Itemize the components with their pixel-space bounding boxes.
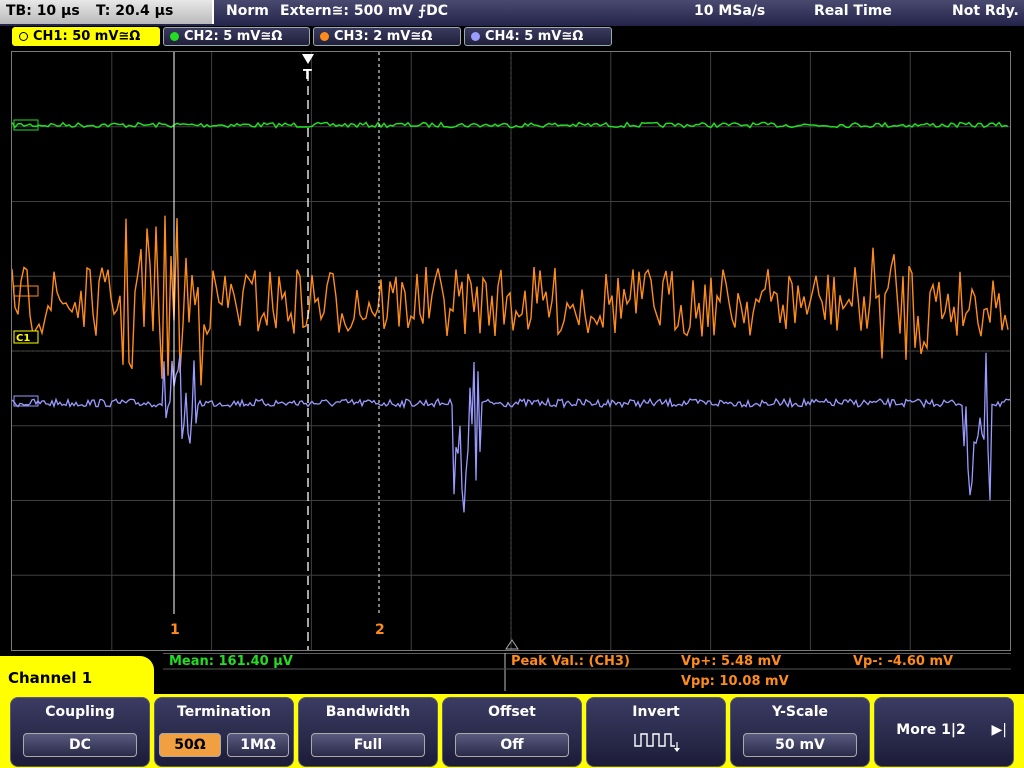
menu-title: Channel 1	[0, 656, 154, 696]
yscale-title: Y-Scale	[771, 704, 828, 720]
bandwidth-softkey[interactable]: Bandwidth Full	[298, 697, 438, 767]
more-softkey[interactable]: More 1|2 ▶|	[874, 697, 1014, 767]
vp-plus-value: Vp+: 5.48 mV	[681, 654, 782, 669]
coupling-softkey[interactable]: Coupling DC	[10, 697, 150, 767]
tab-ch3[interactable]: CH3: 2 mV≅Ω	[313, 27, 461, 46]
trigger-time-value: T: 20.4 µs	[96, 3, 174, 19]
graticule	[12, 52, 1010, 650]
tab-ch2[interactable]: CH2: 5 mV≅Ω	[163, 27, 310, 46]
yscale-value[interactable]: 50 mV	[743, 733, 857, 757]
tab-ch4-label: CH4: 5 mV≅Ω	[485, 29, 584, 44]
tab-ch2-label: CH2: 5 mV≅Ω	[184, 29, 283, 44]
termination-50-option[interactable]: 50Ω	[159, 733, 221, 757]
offset-value[interactable]: Off	[455, 733, 569, 757]
offset-softkey[interactable]: Offset Off	[442, 697, 582, 767]
trigger-marker-label: T	[303, 68, 312, 83]
tab-ch4[interactable]: CH4: 5 mV≅Ω	[464, 27, 612, 46]
more-label: More 1|2	[896, 722, 966, 738]
cursor-1-label: 1	[170, 622, 180, 638]
vpp-value: Vpp: 10.08 mV	[681, 674, 789, 689]
ch3-dot-icon	[320, 32, 329, 41]
ch1-level-label: C1	[16, 333, 30, 344]
termination-softkey[interactable]: Termination 50Ω 1MΩ	[154, 697, 294, 767]
trigger-source[interactable]: Extern≅: 500 mV ⨍DC	[280, 3, 448, 19]
ch3-trace	[11, 215, 1009, 386]
invert-softkey[interactable]: Invert	[586, 697, 726, 767]
tab-ch3-label: CH3: 2 mV≅Ω	[334, 29, 433, 44]
ch1-dot-icon	[19, 32, 28, 41]
trigger-position-icon[interactable]	[302, 54, 314, 64]
trigger-state: Not Rdy.	[952, 3, 1019, 19]
bandwidth-value[interactable]: Full	[311, 733, 425, 757]
ch3-level-marker[interactable]	[13, 285, 39, 297]
yscale-softkey[interactable]: Y-Scale 50 mV	[730, 697, 870, 767]
next-arrow-icon: ▶|	[991, 722, 1007, 738]
coupling-value[interactable]: DC	[23, 733, 137, 757]
vp-minus-value: Vp-: -4.60 mV	[853, 654, 954, 669]
coupling-title: Coupling	[45, 704, 115, 720]
invert-title: Invert	[632, 704, 680, 720]
tab-ch1[interactable]: CH1: 50 mV≅Ω	[12, 27, 160, 46]
sample-rate: 10 MSa/s	[694, 3, 766, 19]
peak-measurement-label: Peak Val.: (CH3)	[511, 654, 630, 669]
waveform-display[interactable]: T 1 2 C1	[11, 51, 1011, 651]
bandwidth-title: Bandwidth	[325, 704, 411, 720]
trigger-mode[interactable]: Norm	[226, 3, 269, 19]
ch4-dot-icon	[471, 32, 480, 41]
termination-1m-option[interactable]: 1MΩ	[227, 733, 289, 757]
timebase-value: TB: 10 µs	[6, 3, 80, 19]
offset-title: Offset	[488, 704, 536, 720]
measurement-panel: Mean: 161.40 µV Peak Val.: (CH3) Vp+: 5.…	[163, 653, 1011, 691]
cursor-2-label: 2	[375, 622, 385, 638]
waveform-svg: T 1 2 C1	[11, 52, 1011, 650]
mean-measurement: Mean: 161.40 µV	[169, 654, 293, 669]
tab-ch1-label: CH1: 50 mV≅Ω	[33, 29, 141, 44]
acquisition-mode: Real Time	[814, 3, 892, 19]
bottom-trigger-icon	[505, 639, 519, 650]
inverted-square-wave-icon	[634, 733, 680, 752]
termination-title: Termination	[177, 704, 271, 720]
ch2-dot-icon	[170, 32, 179, 41]
